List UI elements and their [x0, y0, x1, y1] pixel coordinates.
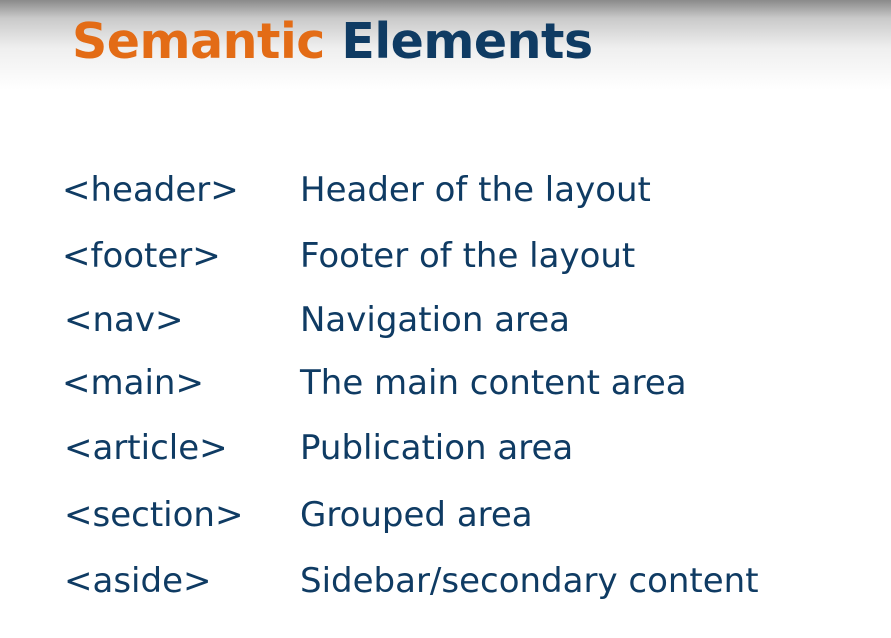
element-description: Header of the layout [300, 170, 651, 210]
element-description: Navigation area [300, 300, 571, 340]
element-tag: <section> [64, 495, 244, 535]
element-row-aside: <aside> Sidebar/secondary content [0, 551, 891, 611]
element-tag: <nav> [64, 300, 184, 340]
element-description: The main content area [300, 363, 687, 403]
element-tag: <footer> [62, 236, 221, 276]
element-row-header: <header> Header of the layout [0, 160, 891, 220]
element-row-main: <main> The main content area [0, 353, 891, 413]
element-row-nav: <nav> Navigation area [0, 290, 891, 350]
element-row-section: <section> Grouped area [0, 485, 891, 545]
element-tag: <main> [62, 363, 204, 403]
element-description: Footer of the layout [300, 236, 636, 276]
element-description: Sidebar/secondary content [300, 561, 759, 601]
element-tag: <header> [62, 170, 239, 210]
element-row-article: <article> Publication area [0, 418, 891, 478]
element-description: Publication area [300, 428, 574, 468]
element-list: <header> Header of the layout <footer> F… [0, 0, 891, 638]
element-tag: <aside> [64, 561, 212, 601]
element-description: Grouped area [300, 495, 533, 535]
element-row-footer: <footer> Footer of the layout [0, 226, 891, 286]
element-tag: <article> [64, 428, 228, 468]
slide: { "title": { "word1": "Semantic", "word2… [0, 0, 891, 638]
